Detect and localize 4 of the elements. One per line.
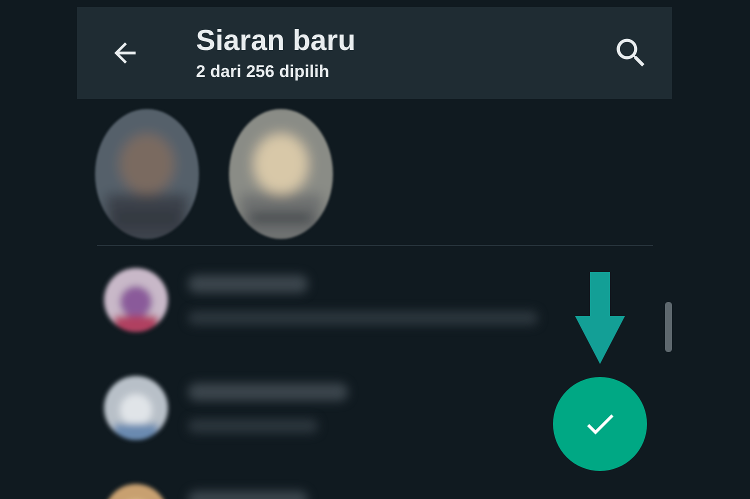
selection-count: 2 dari 256 dipilih [196,62,330,82]
screen-title: Siaran baru [196,24,357,58]
down-arrow-icon [575,272,625,364]
scrollbar [665,302,672,352]
